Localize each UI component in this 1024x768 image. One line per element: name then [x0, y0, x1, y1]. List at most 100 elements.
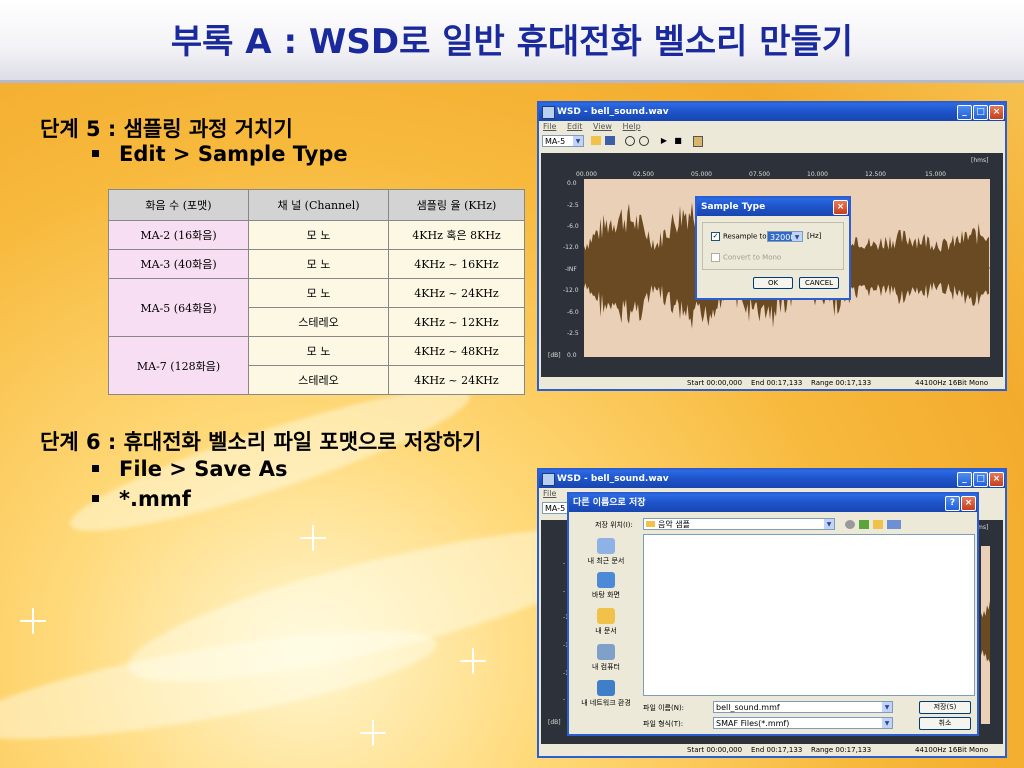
place-my-computer[interactable]: 내 컴퓨터: [571, 644, 641, 672]
play-icon[interactable]: ▶: [659, 136, 669, 145]
menu-help[interactable]: Help: [623, 122, 641, 131]
location-select[interactable]: 음악 샘플 ▼: [643, 518, 835, 530]
resample-checkbox[interactable]: ✓ Resample to: [711, 232, 767, 242]
y-tick: -12.0: [563, 287, 579, 294]
format-select-value: MA-5: [545, 504, 566, 513]
bullet-text: File > Save As: [119, 457, 288, 481]
cell-format: MA-7 (128화음): [108, 336, 249, 395]
file-list[interactable]: [643, 534, 975, 696]
window-titlebar[interactable]: WSD - bell_sound.wav _ □ ×: [539, 103, 1005, 121]
x-tick: 07.500: [749, 171, 770, 178]
back-icon[interactable]: [845, 520, 855, 529]
status-start: Start 00:00,000: [687, 746, 743, 754]
format-select[interactable]: MA-5 ▼: [542, 135, 584, 147]
bullet-square-icon: [92, 149, 99, 157]
menu-bar: File Edit View Help: [539, 121, 1005, 133]
y-tick: -2.5: [567, 330, 579, 337]
menu-edit[interactable]: Edit: [567, 122, 583, 131]
filename-input[interactable]: bell_sound.mmf ▼: [713, 701, 893, 713]
open-folder-icon[interactable]: [591, 136, 601, 145]
cell-channel: 모 노: [248, 336, 389, 366]
y-tick: -6.0: [567, 309, 579, 316]
wsd-window-save: WSD - bell_sound.wav _ □ × File MA-5▼ ms…: [537, 468, 1007, 758]
menu-file[interactable]: File: [543, 122, 556, 131]
clipboard-icon[interactable]: [693, 136, 703, 147]
maximize-button[interactable]: □: [973, 105, 988, 120]
menu-file[interactable]: File: [543, 489, 556, 498]
save-button[interactable]: 저장(S): [919, 701, 971, 714]
bullet-square-icon: [92, 464, 99, 472]
table-row: MA-5 (64화음) 모 노 4KHz ~ 24KHz: [108, 278, 525, 337]
waveform-area[interactable]: [981, 546, 990, 724]
up-folder-icon[interactable]: [859, 520, 869, 529]
resample-label: Resample to: [723, 232, 767, 241]
maximize-button[interactable]: □: [973, 472, 988, 487]
y-tick: -12.0: [563, 244, 579, 251]
status-end: End 00:17,133: [751, 379, 803, 387]
sparkle-icon: [20, 608, 46, 634]
checkmark-icon: ✓: [711, 232, 720, 241]
minimize-button[interactable]: _: [957, 472, 972, 487]
table-row: MA-3 (40화음) 모 노 4KHz ~ 16KHz: [108, 249, 525, 279]
col-header-format: 화음 수 (포맷): [108, 189, 249, 221]
close-button[interactable]: ×: [961, 496, 976, 511]
step5-heading: 단계 5 : 샘플링 과정 거치기: [40, 117, 293, 141]
place-my-documents[interactable]: 내 문서: [571, 608, 641, 636]
convert-mono-checkbox[interactable]: Convert to Mono: [711, 253, 781, 263]
zoom-in-icon[interactable]: [625, 136, 635, 146]
y-tick: -2.5: [567, 202, 579, 209]
help-button[interactable]: ?: [945, 496, 960, 511]
status-bar: Start 00:00,000 End 00:17,133 Range 00:1…: [541, 378, 1003, 389]
cancel-button[interactable]: CANCEL: [799, 277, 839, 289]
x-tick: 00.000: [576, 171, 597, 178]
convert-mono-label: Convert to Mono: [723, 253, 782, 262]
close-button[interactable]: ×: [989, 105, 1004, 120]
sparkle-icon: [300, 525, 326, 551]
filetype-select[interactable]: SMAF Files(*.mmf) ▼: [713, 717, 893, 729]
bullet-text: *.mmf: [119, 487, 191, 511]
ok-button[interactable]: OK: [753, 277, 793, 289]
checkbox-icon: [711, 253, 720, 262]
bullet-square-icon: [92, 494, 99, 502]
filename-label: 파일 이름(N):: [643, 704, 685, 712]
view-menu-icon[interactable]: [887, 520, 901, 529]
place-network[interactable]: 내 네트워크 환경: [571, 680, 641, 708]
place-label: 내 컴퓨터: [592, 663, 620, 671]
place-label: 내 네트워크 환경: [581, 699, 631, 707]
app-icon: [542, 473, 555, 486]
dialog-titlebar[interactable]: Sample Type ×: [697, 198, 849, 216]
save-as-dialog: 다른 이름으로 저장 ? × 저장 위치(I): 음악 샘플 ▼ 내 최근 문서 …: [567, 492, 979, 736]
location-value: 음악 샘플: [658, 520, 690, 529]
x-tick: 12.500: [865, 171, 886, 178]
save-disk-icon[interactable]: [605, 136, 615, 145]
status-range: Range 00:17,133: [811, 379, 872, 387]
place-recent[interactable]: 내 최근 문서: [571, 538, 641, 566]
options-group: ✓ Resample to 32000 ▼ [Hz] Convert to Mono: [702, 222, 844, 270]
cell-channel: 모 노: [248, 249, 389, 279]
stop-icon[interactable]: ■: [673, 136, 683, 145]
window-titlebar[interactable]: WSD - bell_sound.wav _ □ ×: [539, 470, 1005, 488]
minimize-button[interactable]: _: [957, 105, 972, 120]
sample-rate-select[interactable]: 32000 ▼: [767, 231, 803, 242]
place-label: 내 최근 문서: [587, 557, 625, 565]
cancel-button[interactable]: 취소: [919, 717, 971, 730]
folder-icon: [646, 521, 655, 527]
status-end: End 00:17,133: [751, 746, 803, 754]
cell-rate: 4KHz ~ 12KHz: [388, 307, 525, 337]
my-computer-icon: [597, 644, 615, 660]
zoom-out-icon[interactable]: [639, 136, 649, 146]
dialog-titlebar[interactable]: 다른 이름으로 저장 ? ×: [569, 494, 977, 512]
step5-bullet: Edit > Sample Type: [92, 142, 348, 166]
table-row: MA-7 (128화음) 모 노 4KHz ~ 48KHz: [108, 336, 525, 395]
window-title: WSD - bell_sound.wav: [557, 474, 669, 484]
close-button[interactable]: ×: [989, 472, 1004, 487]
cell-format: MA-5 (64화음): [108, 278, 249, 337]
close-button[interactable]: ×: [833, 200, 848, 215]
toolbar: MA-5 ▼ ▶ ■: [539, 133, 1005, 149]
place-label: 바탕 화면: [592, 591, 620, 599]
new-folder-icon[interactable]: [873, 520, 883, 529]
step6-bullet: File > Save As: [92, 457, 288, 481]
place-desktop[interactable]: 바탕 화면: [571, 572, 641, 600]
menu-view[interactable]: View: [593, 122, 612, 131]
cell-channel: 모 노: [248, 220, 389, 250]
